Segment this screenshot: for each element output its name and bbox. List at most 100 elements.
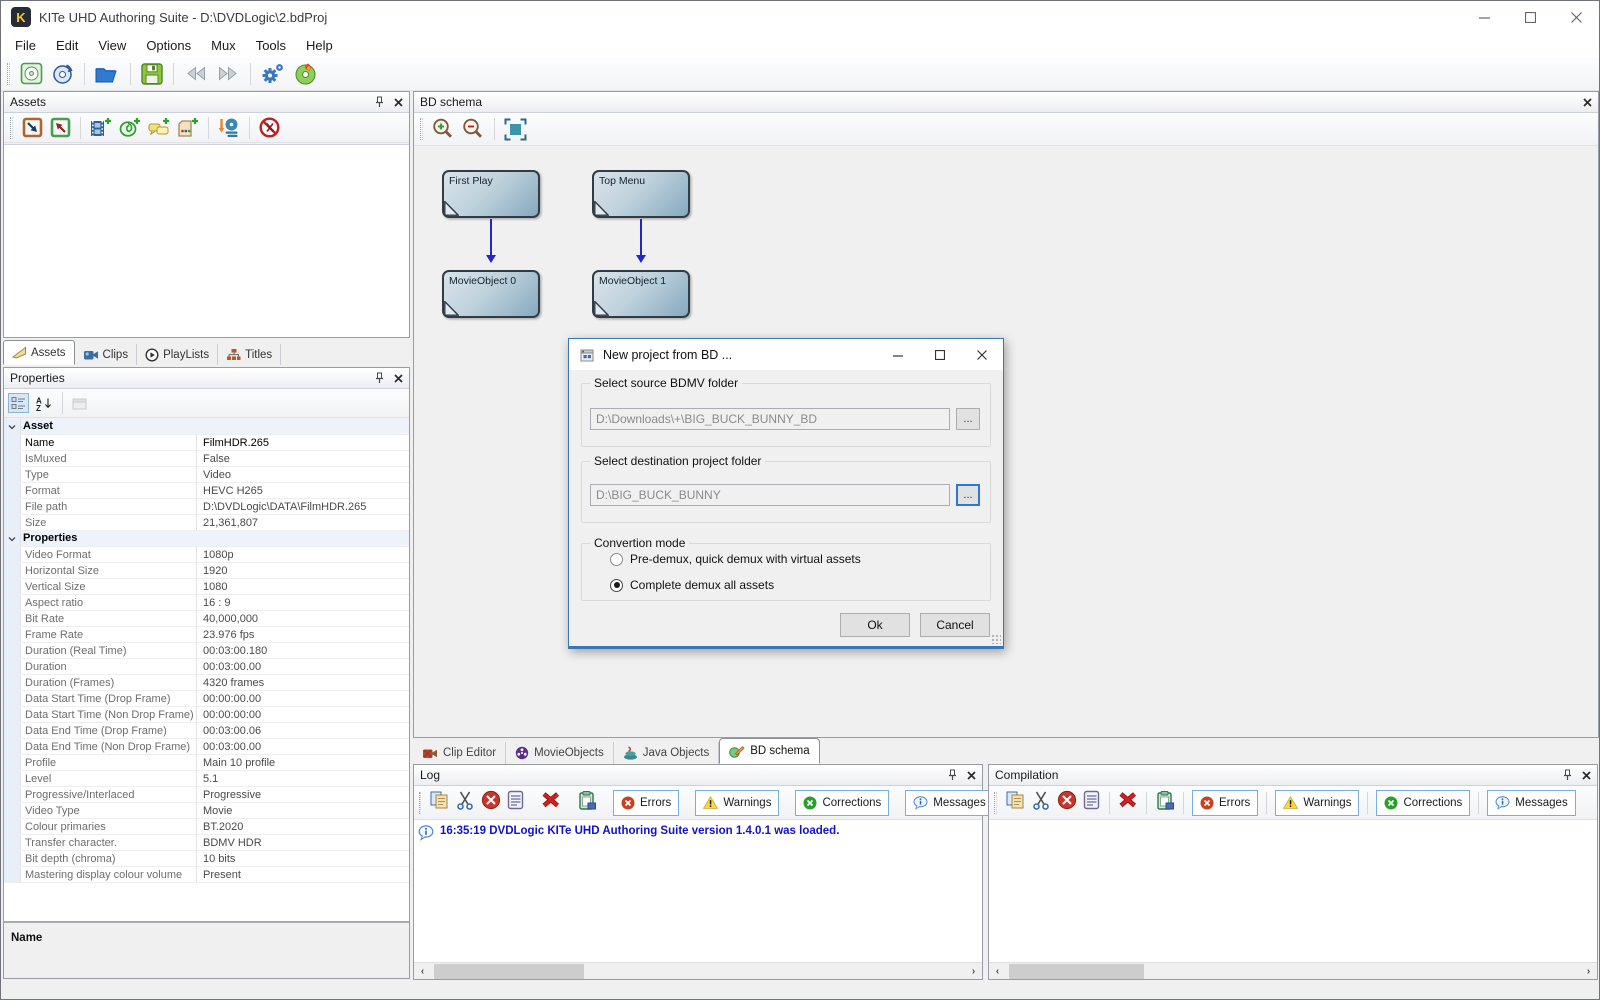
property-row[interactable]: Colour primariesBT.2020 [4,819,409,835]
pin-icon[interactable] [1563,769,1572,781]
menu-file[interactable]: File [5,35,46,56]
property-row[interactable]: Aspect ratio16 : 9 [4,595,409,611]
property-category-row[interactable]: Asset [4,419,409,435]
undo-icon[interactable] [184,65,208,82]
schema-node[interactable]: MovieObject 0 [442,270,540,318]
source-folder-field[interactable]: D:\Downloads\+\BIG_BUCK_BUNNY_BD [590,408,950,430]
settings-icon[interactable] [261,62,286,85]
log-output[interactable]: 16:35:19 DVDLogic KITe UHD Authoring Sui… [414,820,982,962]
complete-demux-option[interactable]: Complete demux all assets [610,578,774,592]
add-video-asset-icon[interactable] [90,117,112,138]
export-assets-icon[interactable] [22,117,43,138]
property-row[interactable]: Level5.1 [4,771,409,787]
tab-clips[interactable]: Clips [75,344,138,365]
close-icon[interactable] [394,98,403,107]
tab-bd-schema[interactable]: BD schema [719,738,819,764]
destination-folder-field[interactable]: D:\BIG_BUCK_BUNNY [590,484,950,506]
tab-playlists[interactable]: PlayLists [137,344,218,365]
open-disc-icon[interactable] [51,62,74,85]
minimize-button[interactable] [1461,1,1507,33]
dialog-close-button[interactable] [961,339,1003,370]
zoom-in-icon[interactable] [432,118,455,141]
save-project-icon[interactable] [141,63,163,85]
new-project-icon[interactable] [20,62,43,85]
property-row[interactable]: Duration (Frames)4320 frames [4,675,409,691]
fit-screen-icon[interactable] [504,118,527,141]
maximize-button[interactable] [1507,1,1553,33]
destination-browse-button[interactable]: ... [956,484,980,506]
close-icon[interactable] [967,771,976,780]
pin-icon[interactable] [375,96,384,108]
property-row[interactable]: Mastering display colour volumePresent [4,867,409,883]
abort-button[interactable] [1057,790,1077,815]
resize-grip[interactable] [991,634,1001,644]
redo-icon[interactable] [216,65,240,82]
close-icon[interactable] [1582,771,1591,780]
remove-asset-icon[interactable] [259,117,280,138]
open-project-icon[interactable] [95,63,120,84]
tab-java-objects[interactable]: Java Objects [614,742,719,764]
menu-tools[interactable]: Tools [246,35,296,56]
toolbar-grip[interactable] [420,118,423,140]
abort-button[interactable] [481,790,501,815]
tab-clip-editor[interactable]: Clip Editor [413,742,506,764]
demux-icon[interactable] [218,117,240,138]
zoom-out-icon[interactable] [462,118,485,141]
cancel-button[interactable]: Cancel [920,613,990,637]
copy-log-button[interactable] [1005,790,1025,815]
add-subtitle-asset-icon[interactable] [148,117,170,138]
errors-filter-button[interactable]: Errors [1192,790,1258,816]
menu-edit[interactable]: Edit [46,35,88,56]
warnings-filter-button[interactable]: Warnings [1275,790,1359,816]
property-row[interactable]: Bit depth (chroma)10 bits [4,851,409,867]
property-row[interactable]: Progressive/InterlacedProgressive [4,787,409,803]
property-row[interactable]: IsMuxedFalse [4,451,409,467]
property-row[interactable]: Size21,361,807 [4,515,409,531]
radio-selected-icon[interactable] [610,579,623,592]
save-log-button[interactable] [1155,790,1175,815]
property-row[interactable]: NameFilmHDR.265 [4,435,409,451]
compilation-output[interactable] [989,820,1597,962]
tab-assets[interactable]: Assets [3,340,75,365]
property-category-row[interactable]: Properties [4,531,409,547]
add-other-asset-icon[interactable] [177,117,199,138]
dialog-minimize-button[interactable] [877,339,919,370]
property-row[interactable]: Data End Time (Non Drop Frame)00:03:00.0… [4,739,409,755]
property-row[interactable]: Data End Time (Drop Frame)00:03:00.06 [4,723,409,739]
assets-list[interactable] [4,144,409,337]
property-row[interactable]: Horizontal Size1920 [4,563,409,579]
corrections-filter-button[interactable]: Corrections [1376,790,1470,816]
schema-node[interactable]: Top Menu [592,170,690,218]
menu-help[interactable]: Help [296,35,343,56]
property-row[interactable]: Vertical Size1080 [4,579,409,595]
scroll-left-icon[interactable]: ‹ [989,963,1006,980]
property-row[interactable]: Video TypeMovie [4,803,409,819]
radio-icon[interactable] [610,553,623,566]
scroll-thumb[interactable] [434,964,584,979]
scroll-thumb[interactable] [1009,964,1144,979]
scroll-left-icon[interactable]: ‹ [414,963,431,980]
toolbar-grip[interactable] [994,792,997,814]
warnings-filter-button[interactable]: Warnings [695,790,779,816]
alphabetical-icon[interactable]: AZ [36,396,53,411]
corrections-filter-button[interactable]: Corrections [795,790,889,816]
categorized-toggle[interactable] [8,393,29,413]
property-row[interactable]: Data Start Time (Drop Frame)00:00:00.00 [4,691,409,707]
property-row[interactable]: Data Start Time (Non Drop Frame)00:00:00… [4,707,409,723]
toolbar-grip[interactable] [10,117,13,139]
pin-icon[interactable] [375,372,384,384]
add-audio-asset-icon[interactable] [119,117,141,138]
cut-log-button[interactable] [455,790,475,815]
close-button[interactable] [1553,1,1599,33]
property-row[interactable]: Duration00:03:00.00 [4,659,409,675]
scroll-right-icon[interactable]: › [1580,963,1597,980]
pin-icon[interactable] [948,769,957,781]
log-lines-button[interactable] [1083,790,1101,815]
save-log-button[interactable] [577,790,597,815]
errors-filter-button[interactable]: Errors [613,790,679,816]
close-icon[interactable] [1583,98,1592,107]
scroll-right-icon[interactable]: › [965,963,982,980]
cut-log-button[interactable] [1031,790,1051,815]
menu-view[interactable]: View [88,35,136,56]
menu-mux[interactable]: Mux [201,35,246,56]
